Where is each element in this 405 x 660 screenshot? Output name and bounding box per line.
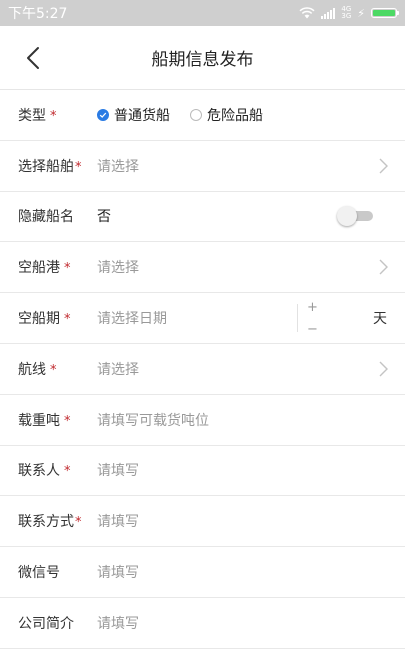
row-select-ship[interactable]: 选择船舶* 请选择	[0, 141, 405, 192]
days-unit: 天	[373, 311, 387, 328]
required-mark: *	[50, 108, 57, 124]
date-select[interactable]: 请选择日期	[97, 308, 387, 328]
radio-checked-icon	[97, 108, 109, 121]
page-title: 船期信息发布	[151, 50, 254, 70]
toggle-knob	[337, 206, 357, 227]
network-type: 4G 3G	[341, 6, 351, 20]
date-label: 空船期 *	[18, 311, 71, 328]
required-mark: *	[64, 312, 71, 328]
network-bottom: 3G	[341, 12, 352, 20]
row-hide-name: 隐藏船名 否	[0, 192, 405, 243]
status-bar: 下午5:27 4G 3G ⚡	[0, 0, 405, 26]
row-route[interactable]: 航线 * 请选择	[0, 344, 405, 395]
row-contact: 联系人 * 请填写	[0, 446, 405, 497]
required-mark: *	[75, 159, 82, 175]
type-label: 类型 *	[18, 107, 57, 124]
route-select[interactable]: 请选择	[97, 359, 387, 379]
type-radio-group: 普通货船 危险品船	[97, 105, 263, 125]
required-mark: *	[64, 261, 71, 277]
hide-name-toggle[interactable]	[337, 206, 375, 227]
tonnage-label: 载重吨 *	[18, 412, 71, 429]
nav-bar: 船期信息发布	[0, 26, 405, 90]
port-select[interactable]: 请选择	[97, 257, 387, 277]
signal-icon	[321, 7, 336, 19]
company-label: 公司简介	[18, 615, 74, 632]
radio-label: 危险品船	[207, 107, 263, 124]
contact-label: 联系人 *	[18, 463, 71, 480]
wechat-input[interactable]: 请填写	[97, 562, 387, 582]
row-tonnage: 载重吨 * 请填写可载货吨位	[0, 395, 405, 446]
port-label: 空船港 *	[18, 260, 71, 277]
days-plus-button[interactable]: +	[307, 301, 318, 314]
ship-schedule-form: 类型 * 普通货船 危险品船 选择船舶* 请选择 隐藏船名 否 空船港 * 请选…	[0, 90, 405, 649]
battery-icon	[371, 8, 399, 18]
charging-icon: ⚡	[357, 6, 365, 20]
hide-name-label: 隐藏船名	[18, 209, 74, 226]
contact-method-label: 联系方式*	[18, 514, 82, 531]
contact-method-input[interactable]: 请填写	[97, 511, 387, 531]
status-icons: 4G 3G ⚡	[299, 6, 399, 20]
stepper-divider	[297, 304, 298, 333]
required-mark: *	[64, 413, 71, 429]
required-mark: *	[75, 515, 82, 531]
row-contact-method: 联系方式* 请填写	[0, 496, 405, 548]
required-mark: *	[50, 362, 57, 378]
ship-label: 选择船舶*	[18, 158, 82, 175]
ship-select[interactable]: 请选择	[97, 156, 387, 176]
contact-input[interactable]: 请填写	[97, 460, 387, 480]
row-type: 类型 * 普通货船 危险品船	[0, 90, 405, 141]
radio-dangerous-goods[interactable]: 危险品船	[190, 105, 263, 125]
row-empty-date: 空船期 * 请选择日期 + − 天	[0, 293, 405, 344]
row-wechat: 微信号 请填写	[0, 547, 405, 598]
tonnage-input[interactable]: 请填写可载货吨位	[97, 410, 387, 430]
radio-label: 普通货船	[114, 107, 170, 124]
required-mark: *	[64, 464, 71, 480]
route-label: 航线 *	[18, 361, 57, 378]
row-empty-port[interactable]: 空船港 * 请选择	[0, 242, 405, 294]
company-input[interactable]: 请填写	[97, 613, 387, 633]
radio-general-cargo[interactable]: 普通货船	[97, 105, 170, 125]
back-button[interactable]	[16, 40, 50, 76]
days-minus-button[interactable]: −	[307, 323, 318, 336]
wifi-icon	[299, 7, 315, 19]
wechat-label: 微信号	[18, 565, 60, 582]
chevron-right-icon	[379, 158, 388, 174]
row-company: 公司简介 请填写	[0, 598, 405, 649]
chevron-left-icon	[27, 47, 39, 69]
status-time: 下午5:27	[8, 6, 68, 22]
chevron-right-icon	[379, 259, 388, 275]
chevron-right-icon	[379, 361, 388, 377]
radio-unchecked-icon	[190, 108, 202, 121]
